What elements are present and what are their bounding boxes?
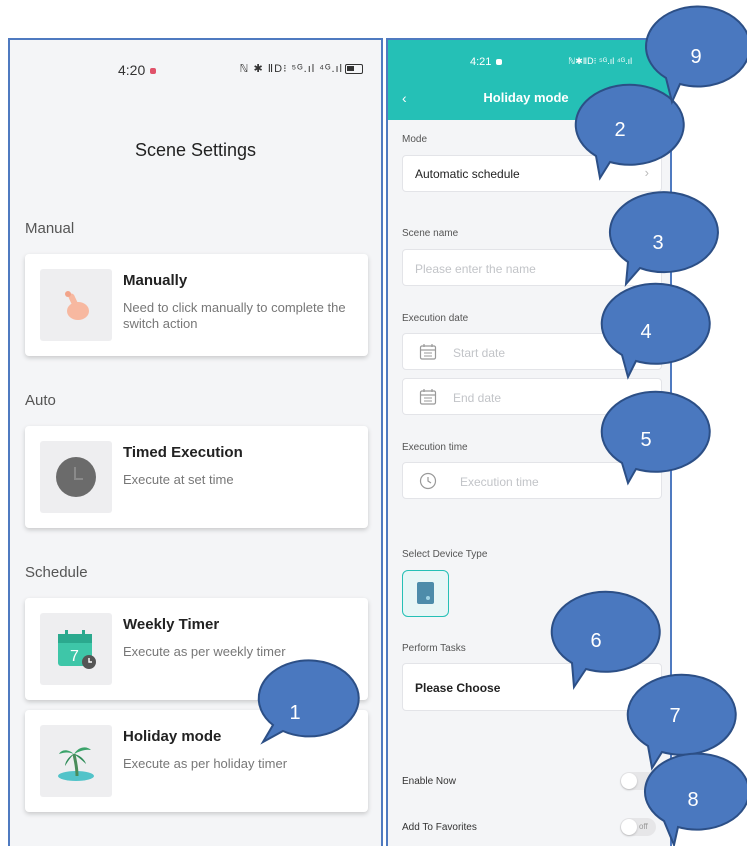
calendar-day-text: 7	[70, 648, 79, 665]
calendar-icon: 7	[40, 613, 112, 685]
palm-tree-icon	[40, 725, 112, 797]
card-description: Execute at set time	[123, 472, 234, 487]
status-bar: 4:20 ℕ ✱ ⅡD⁝ ⁵ᴳ.ıl ⁴ᴳ.ıl	[10, 40, 381, 98]
hand-tap-icon	[40, 269, 112, 341]
execution-date-label: Execution date	[402, 313, 469, 324]
section-label-manual: Manual	[25, 220, 75, 237]
enable-now-label: Enable Now	[402, 776, 456, 787]
card-description: Need to click manually to complete the s…	[123, 300, 346, 331]
callout-1: 1	[245, 659, 360, 757]
card-title: Holiday mode	[123, 728, 222, 745]
card-title: Weekly Timer	[123, 616, 220, 633]
device-type-label: Select Device Type	[402, 549, 488, 560]
callout-3: 3	[604, 191, 719, 296]
end-date-placeholder: End date	[453, 391, 502, 405]
mode-label: Mode	[402, 134, 428, 145]
add-favorites-label: Add To Favorites	[402, 822, 477, 833]
card-description: Execute as per weekly timer	[123, 644, 286, 659]
calendar-icon	[419, 389, 437, 405]
status-time: 4:21	[470, 56, 503, 68]
mode-value: Automatic schedule	[415, 167, 520, 181]
callout-4: 4	[592, 282, 711, 385]
card-title: Manually	[123, 272, 188, 289]
execution-time-placeholder: Execution time	[460, 475, 539, 489]
scene-name-label: Scene name	[402, 228, 459, 239]
perform-tasks-value: Please Choose	[415, 681, 501, 695]
status-icons: ℕ ✱ ⅡD⁝ ⁵ᴳ.ıl ⁴ᴳ.ıl	[240, 62, 363, 75]
page-title: Scene Settings	[134, 140, 257, 160]
callout-5: 5	[592, 390, 711, 495]
status-icons: ℕ✱ⅡD⁝ ⁵ᴳ.ıl ⁴ᴳ.ıl	[568, 56, 633, 66]
calendar-icon	[419, 344, 437, 360]
card-description: Execute as per holiday timer	[123, 756, 288, 771]
clock-icon	[40, 441, 112, 513]
callout-8: 8	[638, 752, 747, 846]
scene-card-timed-execution[interactable]: Timed Execution Execute at set time	[25, 426, 368, 528]
clock-icon	[419, 472, 437, 490]
section-label-auto: Auto	[25, 392, 56, 409]
recording-dot-icon	[496, 59, 503, 66]
start-date-placeholder: Start date	[453, 346, 506, 360]
section-label-schedule: Schedule	[25, 564, 88, 581]
recording-dot-icon	[150, 68, 157, 75]
scene-card-manually[interactable]: Manually Need to click manually to compl…	[25, 254, 368, 356]
scene-name-placeholder: Please enter the name	[415, 262, 536, 276]
card-title: Timed Execution	[123, 444, 243, 461]
callout-9: 9	[640, 5, 747, 106]
switch-device-icon[interactable]	[402, 570, 449, 617]
perform-tasks-label: Perform Tasks	[402, 643, 466, 654]
battery-icon	[345, 64, 363, 75]
execution-time-label: Execution time	[402, 442, 468, 453]
status-time: 4:20	[118, 62, 157, 78]
